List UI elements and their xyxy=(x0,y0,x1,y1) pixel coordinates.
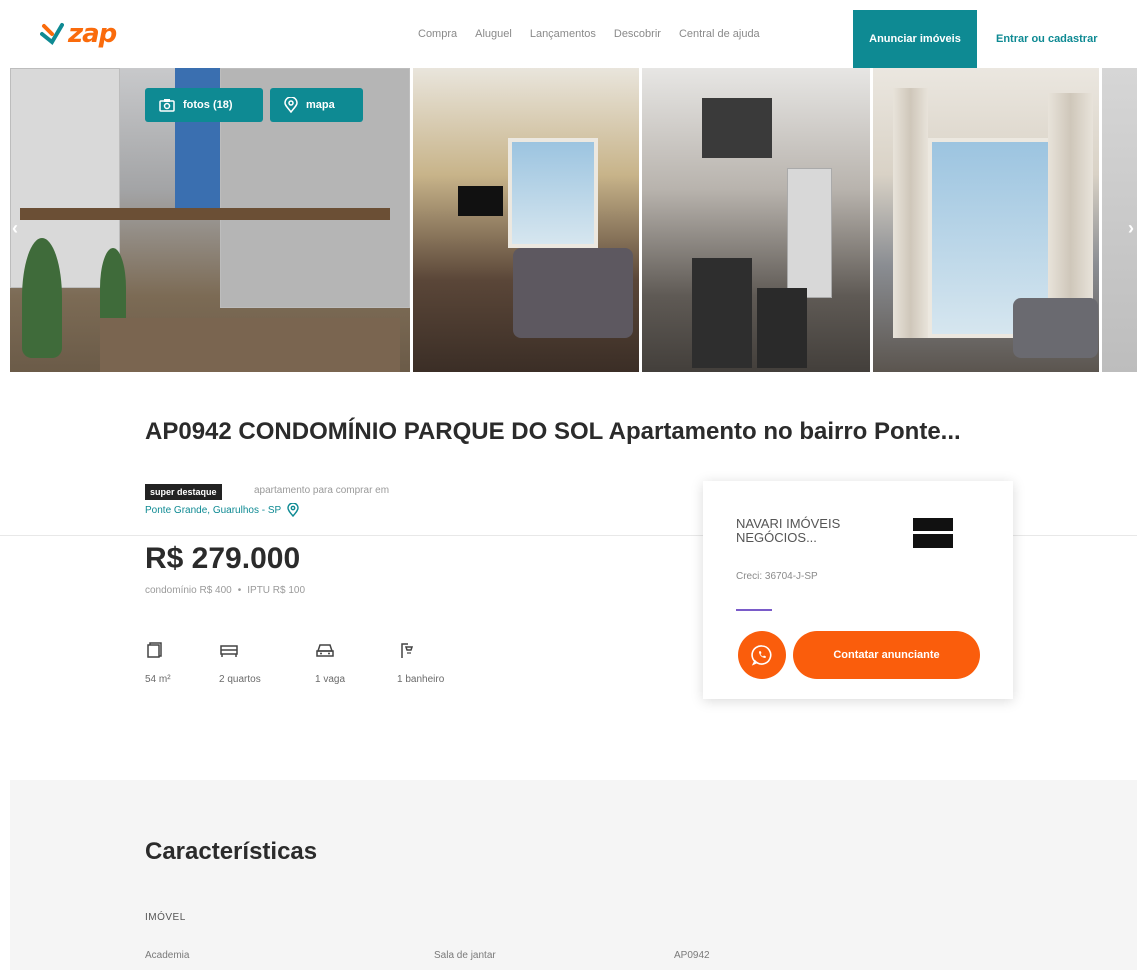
advertiser-logo xyxy=(913,518,953,548)
nav-aluguel[interactable]: Aluguel xyxy=(475,28,512,40)
bed-icon xyxy=(220,645,238,657)
amenity-bedrooms: 2 quartos xyxy=(219,640,315,685)
fee-separator: • xyxy=(237,585,242,596)
photos-button[interactable]: fotos (18) xyxy=(145,88,263,122)
whatsapp-button[interactable] xyxy=(738,631,786,679)
amenity-area-label: 54 m² xyxy=(145,674,171,685)
zap-logo[interactable]: zap xyxy=(40,19,117,49)
tree-shape xyxy=(100,248,126,328)
area-icon xyxy=(147,642,162,658)
map-pin-icon xyxy=(284,97,298,113)
window-shape xyxy=(508,138,598,248)
feature-item: Sala de jantar xyxy=(434,950,496,961)
advertiser-name[interactable]: NAVARI IMÓVEIS NEGÓCIOS... xyxy=(736,517,886,545)
mat-shape xyxy=(757,288,807,368)
location-pin-icon xyxy=(287,503,299,517)
location-text: Ponte Grande, Guarulhos - SP xyxy=(145,504,282,516)
amenity-area: 54 m² xyxy=(145,640,219,685)
amenity-parking-label: 1 vaga xyxy=(315,674,346,685)
site-header: zap Compra Aluguel Lançamentos Descobrir… xyxy=(0,0,1137,68)
sofa-shape xyxy=(1013,298,1098,358)
nav-descobrir[interactable]: Descobrir xyxy=(614,28,661,40)
chevron-right-icon[interactable]: › xyxy=(1128,218,1134,239)
login-signup-link[interactable]: Entrar ou cadastrar xyxy=(996,0,1097,78)
feature-item: AP0942 xyxy=(674,950,710,961)
creci-number: Creci: 36704-J-SP xyxy=(736,571,818,582)
gallery-photo-kitchen[interactable] xyxy=(642,68,870,372)
chevron-left-icon[interactable]: ‹ xyxy=(12,218,18,239)
amenity-bathrooms-label: 1 banheiro xyxy=(397,674,445,685)
main-nav: Compra Aluguel Lançamentos Descobrir Cen… xyxy=(418,0,778,68)
fees-row: condomínio R$ 400 • IPTU R$ 100 xyxy=(145,585,305,596)
characteristics-title: Características xyxy=(145,838,318,865)
anunciar-imoveis-button[interactable]: Anunciar imóveis xyxy=(853,10,977,68)
photos-label: fotos (18) xyxy=(183,99,233,111)
curtain-shape xyxy=(893,88,928,338)
nav-lancamentos[interactable]: Lançamentos xyxy=(530,28,596,40)
super-destaque-badge: super destaque xyxy=(145,484,222,500)
car-icon xyxy=(316,644,334,657)
map-button[interactable]: mapa xyxy=(270,88,363,122)
characteristics-subtitle: IMÓVEL xyxy=(145,912,186,923)
amenity-parking: 1 vaga xyxy=(315,640,397,685)
nav-central-ajuda[interactable]: Central de ajuda xyxy=(679,28,760,40)
listing-price: R$ 279.000 xyxy=(145,542,301,575)
curtain-shape xyxy=(1048,93,1093,323)
pergola-shape xyxy=(20,208,390,220)
fridge-shape xyxy=(787,168,832,298)
sofa-shape xyxy=(513,248,633,338)
shower-icon xyxy=(401,643,414,658)
amenities-list: 54 m² 2 quartos 1 vaga 1 banheiro xyxy=(145,640,477,685)
logo-text: zap xyxy=(68,19,117,49)
property-type-text: apartamento para comprar em xyxy=(254,485,390,496)
nav-compra[interactable]: Compra xyxy=(418,28,457,40)
amenity-bedrooms-label: 2 quartos xyxy=(219,674,261,685)
cabinet-shape xyxy=(702,98,772,158)
map-label: mapa xyxy=(306,99,335,111)
zap-logo-icon xyxy=(40,22,64,46)
stove-shape xyxy=(692,258,752,368)
tree-shape xyxy=(22,238,62,358)
tv-shape xyxy=(458,186,503,216)
gallery-photo-balcony[interactable] xyxy=(873,68,1099,372)
building-shape xyxy=(10,68,120,288)
feature-item: Academia xyxy=(145,950,190,961)
contact-card: NAVARI IMÓVEIS NEGÓCIOS... Creci: 36704-… xyxy=(703,481,1013,699)
photo-icon xyxy=(159,99,175,112)
listing-title: AP0942 CONDOMÍNIO PARQUE DO SOL Apartame… xyxy=(145,418,961,445)
location-link[interactable]: Ponte Grande, Guarulhos - SP xyxy=(145,503,299,517)
iptu-fee: IPTU R$ 100 xyxy=(247,585,306,596)
condominio-fee: condomínio R$ 400 xyxy=(145,585,232,596)
contact-advertiser-button[interactable]: Contatar anunciante xyxy=(793,631,980,679)
gallery-photo-living-room[interactable] xyxy=(413,68,639,372)
amenity-bathrooms: 1 banheiro xyxy=(397,640,477,685)
characteristics-section: Características IMÓVEL Academia Sala de … xyxy=(10,780,1137,970)
walkway-shape xyxy=(100,318,400,372)
whatsapp-icon xyxy=(751,645,772,666)
card-accent-rule xyxy=(736,609,772,611)
